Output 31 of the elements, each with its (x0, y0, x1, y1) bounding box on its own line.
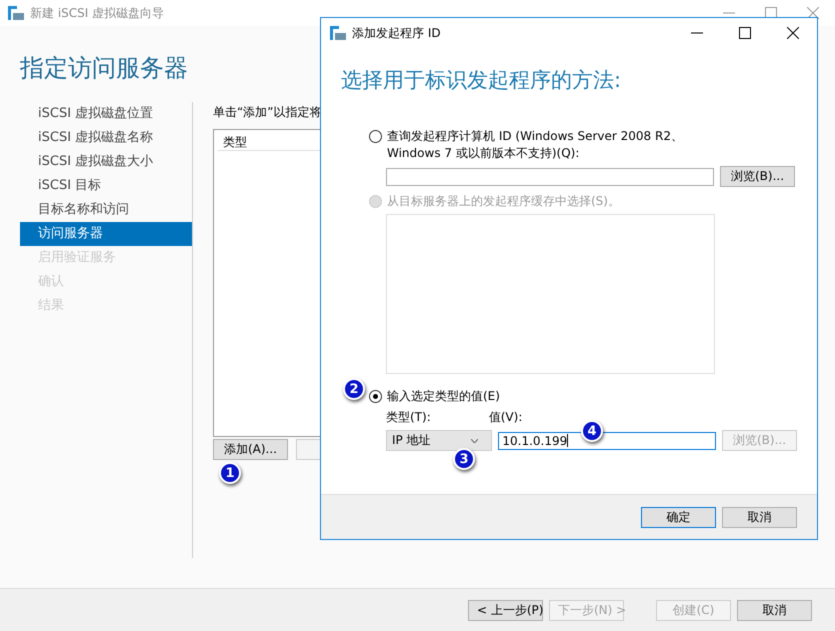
option-label: 查询发起程序计算机 ID (Windows Server 2008 R2、Windows 7 或以前版本不支持)(Q): (387, 128, 684, 162)
add-button[interactable]: 添加(A)... (213, 439, 288, 460)
wizard-step[interactable]: 目标名称和访问 (20, 198, 192, 222)
close-icon[interactable] (787, 27, 799, 39)
dialog-heading: 选择用于标识发起程序的方法: (340, 67, 622, 94)
chevron-icon (470, 438, 478, 442)
ok-button[interactable]: 确定 (641, 506, 716, 528)
cancel-button[interactable]: 取消 (722, 506, 797, 528)
value-label: 值(V): (488, 409, 522, 426)
wizard-step[interactable]: iSCSI 虚拟磁盘大小 (20, 150, 192, 174)
option-label: 输入选定类型的值(E) (387, 388, 501, 405)
window-title: 新建 iSCSI 虚拟磁盘向导 (30, 4, 164, 22)
type-dropdown[interactable]: IP 地址 (386, 430, 492, 451)
step-marker: 1 (219, 462, 241, 484)
dialog-title: 添加发起程序 ID (352, 24, 441, 42)
wizard-step[interactable]: iSCSI 虚拟磁盘名称 (20, 126, 192, 150)
server-icon (330, 26, 346, 40)
type-label: 类型(T): (386, 409, 431, 426)
radio-button[interactable] (369, 390, 382, 403)
radio-button[interactable] (369, 130, 382, 143)
option-label: 从目标服务器上的发起程序缓存中选择(S)。 (387, 193, 621, 210)
computer-id-field[interactable] (386, 168, 714, 186)
wizard-step[interactable]: iSCSI 目标 (20, 174, 192, 198)
server-icon (8, 6, 24, 20)
wizard-step[interactable]: iSCSI 虚拟磁盘位置 (20, 102, 192, 126)
nav-button[interactable]: < 上一步(P) (468, 600, 543, 620)
instruction-text: 单击“添加”以指定将 (213, 104, 322, 121)
maximize-icon[interactable] (739, 27, 751, 39)
wizard-step[interactable]: 访问服务器 (20, 222, 192, 246)
nav-button[interactable]: 取消 (737, 600, 812, 620)
browse-button[interactable]: 浏览(B)... (720, 166, 795, 187)
